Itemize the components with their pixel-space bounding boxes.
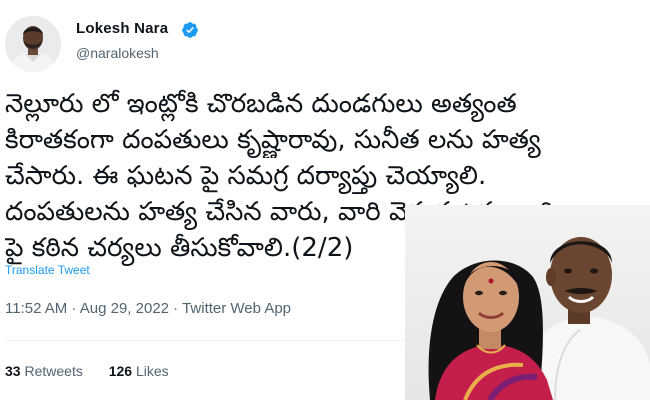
retweets-label: Retweets — [24, 363, 83, 379]
likes-count: 126 — [108, 363, 133, 379]
author-name[interactable]: Lokesh Nara — [76, 20, 168, 37]
tweet-timestamp[interactable]: 11:52 AM · Aug 29, 2022 · Twitter Web Ap… — [5, 300, 291, 317]
tweet-text-line: కిరాతకంగా దంపతులు కృష్ణారావు, సునీత లను … — [5, 125, 541, 155]
author-handle[interactable]: @naralokesh — [76, 45, 159, 61]
tweet-stats: 33 Retweets 126 Likes — [5, 363, 169, 379]
couple-photo-image — [405, 205, 650, 400]
couple-photo — [405, 205, 650, 400]
translate-tweet-link[interactable]: Translate Tweet — [5, 263, 90, 277]
likes-stat[interactable]: 126 Likes — [109, 363, 169, 379]
avatar-photo — [5, 16, 61, 72]
tweet-screenshot: Lokesh Nara @naralokesh నెల్లూరు లో ఇంట్… — [0, 0, 650, 400]
tweet-text-line: నెల్లూరు లో ఇంట్లోకి చొరబడిన దుండగులు అత… — [5, 89, 517, 119]
verified-badge-icon — [182, 22, 198, 38]
retweets-stat[interactable]: 33 Retweets — [5, 363, 83, 379]
retweets-count: 33 — [5, 363, 21, 379]
likes-label: Likes — [135, 363, 169, 379]
author-avatar[interactable] — [5, 16, 61, 72]
divider — [5, 340, 405, 341]
tweet-text-line: చేసారు. ఈ ఘటన పై సమగ్ర దర్యాప్తు చెయ్యాల… — [5, 161, 487, 191]
